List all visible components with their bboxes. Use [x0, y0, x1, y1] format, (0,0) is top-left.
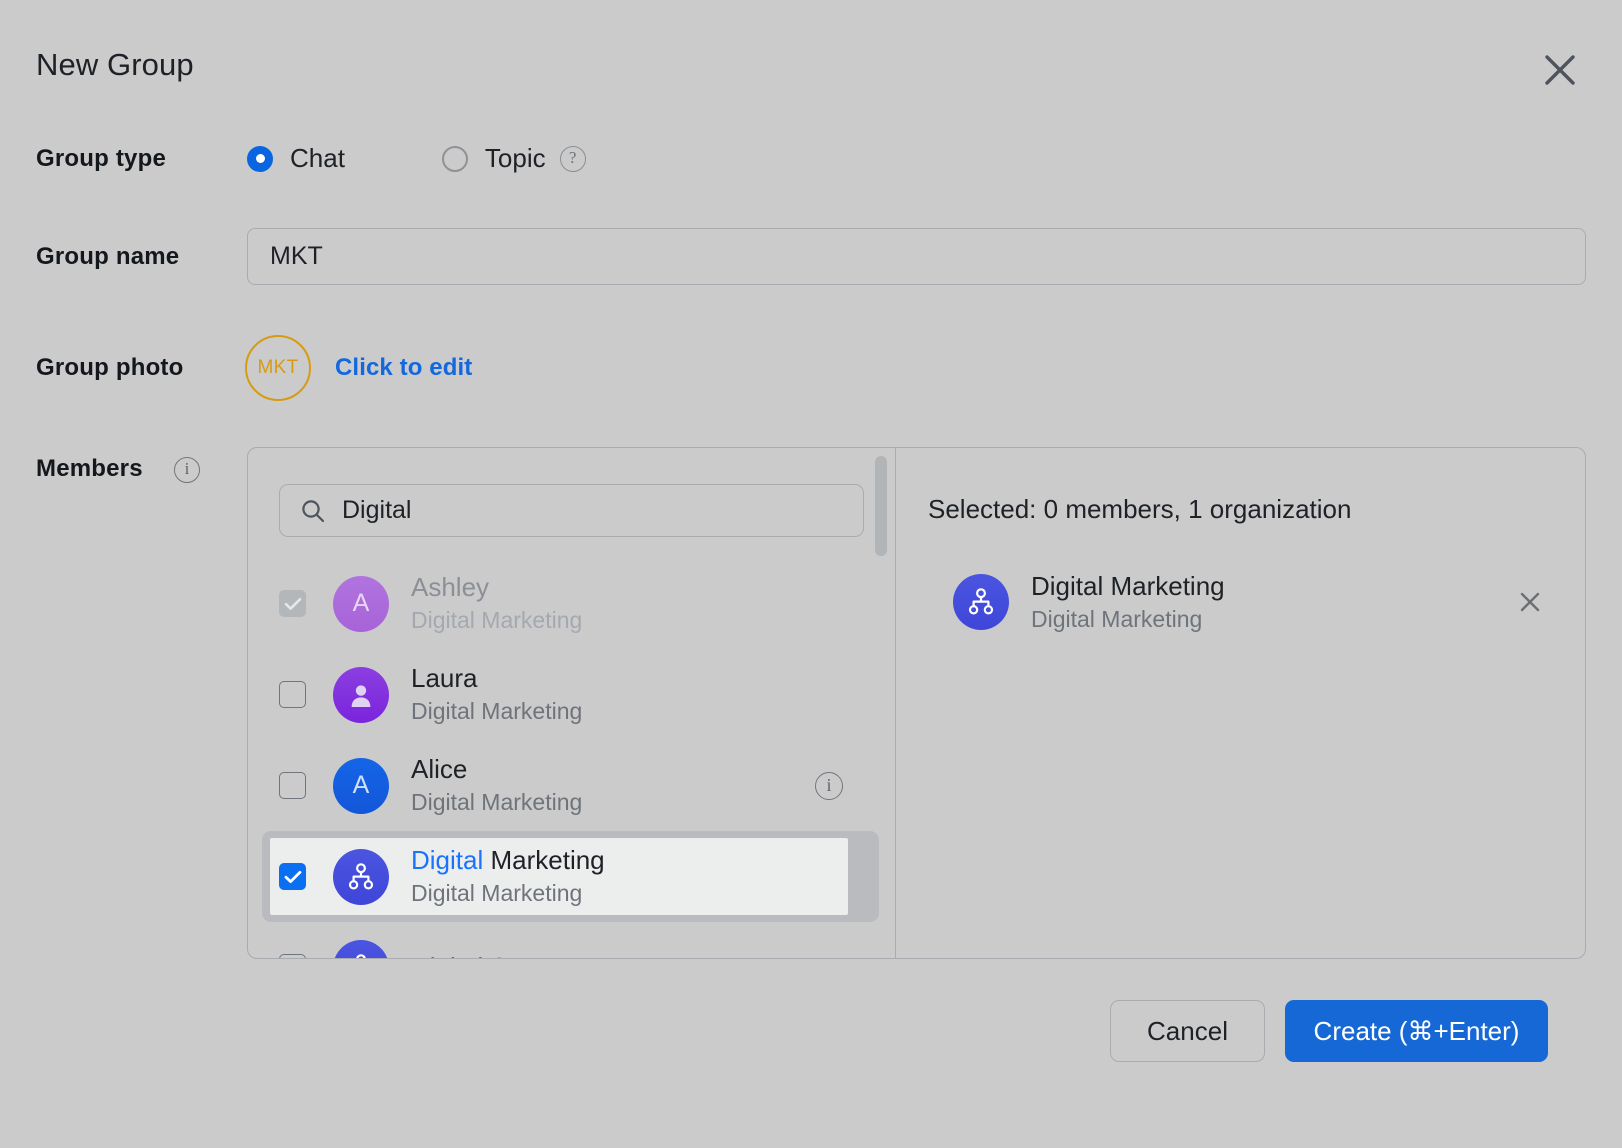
new-group-dialog: New Group Group type Chat Topic ? Group … [0, 0, 1622, 1148]
list-item-name-rest: Marketing [490, 845, 605, 876]
selected-item-name: Digital Marketing [1031, 571, 1225, 601]
search-input[interactable]: Digital [279, 484, 864, 537]
list-item[interactable]: A Alice Digital Marketing i [248, 740, 895, 831]
members-label: Members [36, 455, 143, 482]
radio-topic-icon [441, 145, 468, 172]
members-search-pane: Digital A Ashley Digital Marketing Laura… [248, 448, 896, 958]
avatar: A [333, 757, 389, 814]
avatar [333, 939, 389, 958]
selected-item-subtitle: Digital Marketing [1031, 606, 1203, 633]
members-panel: Digital A Ashley Digital Marketing Laura… [247, 447, 1586, 959]
list-item-name: Alice [411, 754, 468, 785]
list-item-texts: Laura Digital Marketing [411, 662, 582, 727]
organization-icon [968, 588, 994, 615]
group-name-label: Group name [36, 243, 180, 270]
create-button[interactable]: Create (⌘+Enter) [1285, 1000, 1548, 1062]
list-item-name-rest: Strategy [490, 952, 587, 958]
organization-icon [348, 862, 374, 889]
list-item-subtitle: Digital Marketing [411, 880, 583, 907]
remove-selected-icon[interactable] [1515, 587, 1545, 617]
checkbox-icon[interactable] [279, 954, 306, 958]
avatar: A [333, 575, 389, 632]
radio-option-chat[interactable]: Chat [247, 143, 345, 174]
search-icon [302, 499, 325, 522]
avatar [333, 848, 389, 905]
list-item[interactable]: Digital Marketing Digital Marketing [262, 831, 879, 922]
selected-members-pane: Selected: 0 members, 1 organization Digi… [896, 448, 1585, 958]
selected-item-texts: Digital Marketing Digital Marketing [1031, 570, 1225, 635]
list-item[interactable]: Digital Strategy [248, 922, 895, 958]
checkbox-icon[interactable] [279, 681, 306, 708]
group-photo-avatar[interactable]: MKT [245, 335, 311, 401]
list-item-name-match: Digital [411, 845, 484, 876]
list-item-texts: Alice Digital Marketing [411, 753, 582, 818]
search-input-value: Digital [342, 496, 412, 524]
group-type-label: Group type [36, 145, 167, 172]
group-photo-row: MKT Click to edit [245, 335, 472, 401]
list-item-texts: Digital Marketing Digital Marketing [411, 844, 605, 909]
page-title: New Group [36, 47, 194, 82]
radio-topic-label: Topic [484, 143, 546, 173]
group-type-radio-group: Chat Topic ? [247, 143, 586, 174]
group-photo-label: Group photo [36, 354, 184, 381]
list-item-name: Ashley [411, 572, 490, 603]
list-item[interactable]: Laura Digital Marketing [248, 649, 895, 740]
list-item-texts: Digital Strategy [411, 951, 587, 958]
list-item-texts: Ashley Digital Marketing [411, 571, 582, 636]
list-item-name-match: Digital [411, 952, 483, 958]
members-info-icon[interactable]: i [174, 457, 200, 483]
list-item-name: Laura [411, 663, 478, 694]
selected-summary: Selected: 0 members, 1 organization [928, 494, 1352, 524]
radio-option-topic[interactable]: Topic ? [441, 143, 586, 174]
radio-chat-icon [247, 145, 273, 172]
list-item-name: Digital Marketing [411, 844, 605, 877]
checkbox-checked-disabled-icon [279, 590, 306, 617]
list-item-subtitle: Digital Marketing [411, 789, 583, 816]
member-result-list: A Ashley Digital Marketing Laura Digital… [248, 558, 895, 958]
person-icon [351, 684, 371, 707]
avatar [333, 666, 389, 723]
list-item-subtitle: Digital Marketing [411, 698, 583, 725]
checkbox-icon[interactable] [279, 772, 306, 799]
list-item-info-icon[interactable]: i [815, 771, 843, 800]
group-name-input[interactable] [247, 228, 1586, 285]
checkbox-checked-icon[interactable] [279, 863, 306, 890]
organization-icon [356, 953, 366, 958]
list-scrollbar[interactable] [875, 456, 887, 556]
list-item: A Ashley Digital Marketing [248, 558, 895, 649]
list-item-name: Digital Strategy [411, 951, 587, 958]
help-icon[interactable]: ? [559, 145, 586, 172]
cancel-button[interactable]: Cancel [1110, 1000, 1265, 1062]
list-item-subtitle: Digital Marketing [411, 607, 583, 634]
close-icon[interactable] [1538, 48, 1582, 92]
radio-chat-label: Chat [290, 143, 345, 173]
avatar [953, 574, 1009, 631]
group-photo-edit-link[interactable]: Click to edit [335, 354, 472, 382]
selected-item: Digital Marketing Digital Marketing [926, 570, 1557, 635]
